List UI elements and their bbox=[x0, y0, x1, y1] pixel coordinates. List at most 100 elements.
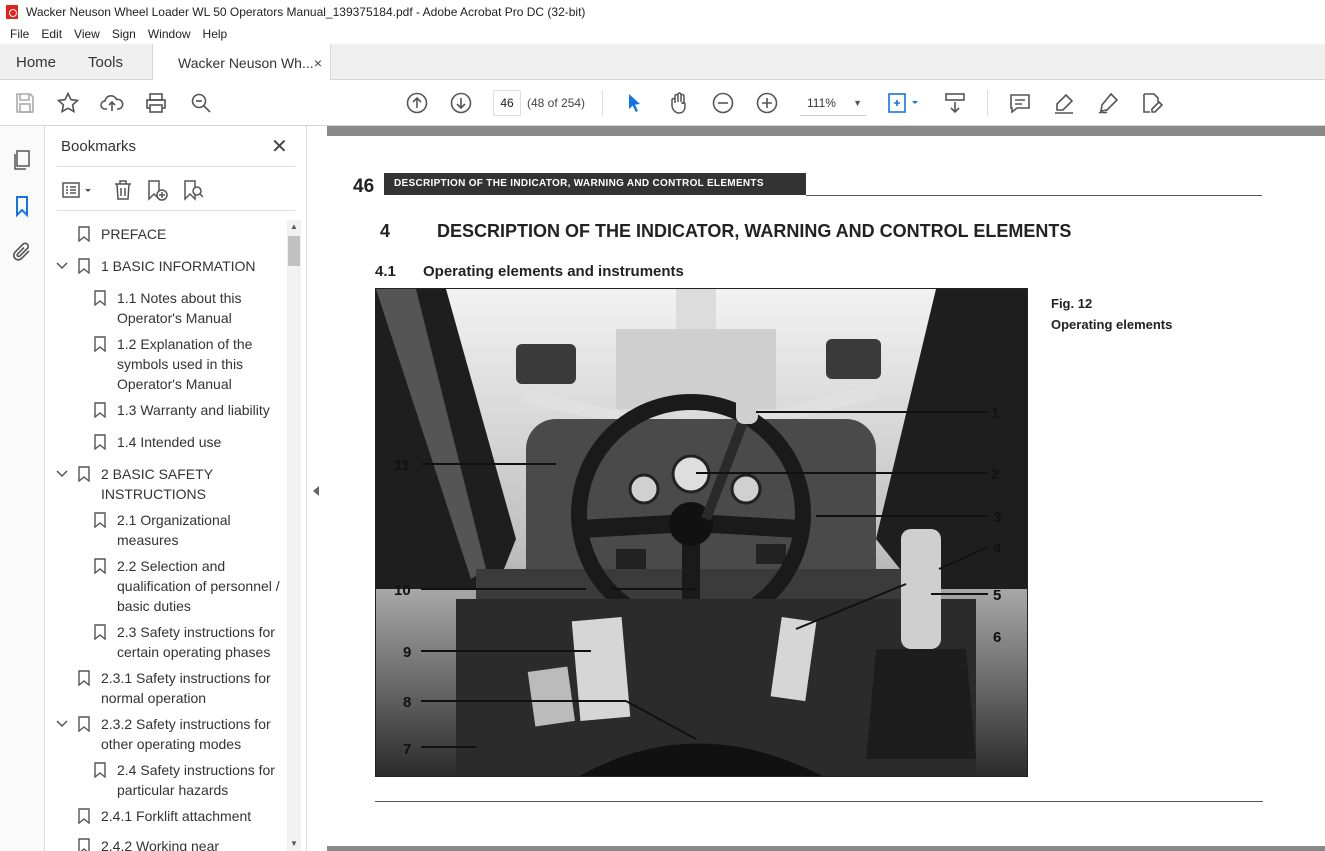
callout-11: 11 bbox=[394, 457, 410, 474]
callout-4: 4 bbox=[993, 540, 1002, 557]
bookmark-icon bbox=[78, 466, 90, 482]
bookmark-tree: PREFACE 1 BASIC INFORMATION 1.1 Notes ab… bbox=[45, 220, 287, 851]
section-title: Operating elements and instruments bbox=[423, 263, 684, 280]
chevron-down-icon[interactable] bbox=[55, 716, 69, 730]
scroll-mode-icon[interactable] bbox=[943, 91, 967, 115]
close-icon[interactable]: ✕ bbox=[271, 134, 288, 159]
figure-subtitle: Operating elements bbox=[1051, 317, 1173, 332]
chapter-number: 4 bbox=[380, 221, 391, 241]
bookmark-icon bbox=[78, 258, 90, 274]
menu-view[interactable]: View bbox=[68, 27, 106, 41]
highlight-icon[interactable] bbox=[1052, 91, 1076, 115]
running-header: DESCRIPTION OF THE INDICATOR, WARNING AN… bbox=[384, 173, 806, 195]
callout-5: 5 bbox=[993, 587, 1001, 604]
header-rule bbox=[806, 195, 1262, 196]
tab-document[interactable]: Wacker Neuson Wh... × bbox=[152, 44, 331, 81]
options-menu-icon[interactable] bbox=[61, 178, 95, 202]
delete-icon[interactable] bbox=[111, 178, 135, 202]
bookmark-icon bbox=[78, 670, 90, 686]
bookmark-icon bbox=[78, 716, 90, 732]
scroll-up-icon[interactable]: ▲ bbox=[287, 222, 301, 232]
attachment-icon[interactable] bbox=[10, 240, 34, 264]
menu-bar: File Edit View Sign Window Help bbox=[0, 24, 1325, 44]
chevron-down-icon[interactable] bbox=[55, 466, 69, 480]
page-count: (48 of 254) bbox=[527, 96, 586, 110]
print-icon[interactable] bbox=[144, 91, 168, 115]
callout-1: 1 bbox=[991, 405, 999, 422]
chapter-title: DESCRIPTION OF THE INDICATOR, WARNING AN… bbox=[437, 221, 1072, 241]
callout-8: 8 bbox=[403, 694, 411, 711]
figure-title: Fig. 12 bbox=[1051, 296, 1093, 311]
callout-2: 2 bbox=[991, 466, 999, 483]
operating-elements-figure: 1 2 3 4 5 6 7 8 9 10 11 bbox=[375, 288, 1028, 777]
bookmark-icon bbox=[78, 808, 90, 824]
next-page-icon[interactable] bbox=[449, 91, 473, 115]
find-bookmark-icon[interactable] bbox=[181, 178, 205, 202]
bookmark-icon bbox=[94, 336, 106, 352]
tab-home[interactable]: Home bbox=[16, 44, 56, 80]
zoom-in-icon[interactable] bbox=[755, 91, 779, 115]
callout-6: 6 bbox=[993, 629, 1001, 646]
bookmark-icon bbox=[94, 762, 106, 778]
zoom-level-select[interactable]: 111% ▼ bbox=[800, 90, 866, 116]
zoom-out-icon[interactable] bbox=[711, 91, 735, 115]
bookmark-icon bbox=[78, 226, 90, 242]
pdf-page: 4 6 DESCRIPTION OF THE INDICATOR, WARNING… bbox=[327, 136, 1325, 846]
page-number-input[interactable]: 46 bbox=[493, 90, 521, 116]
comment-icon[interactable] bbox=[1008, 91, 1032, 115]
menu-edit[interactable]: Edit bbox=[35, 27, 68, 41]
select-cursor-icon[interactable] bbox=[622, 91, 646, 115]
chevron-down-icon[interactable] bbox=[55, 258, 69, 272]
chevron-down-icon: ▼ bbox=[853, 98, 862, 108]
bookmark-icon bbox=[94, 402, 106, 418]
edit-icon[interactable] bbox=[1140, 91, 1164, 115]
hand-icon[interactable] bbox=[667, 91, 691, 115]
acrobat-window: { "window": { "title": "Wacker Neuson Wh… bbox=[0, 0, 1325, 851]
find-icon[interactable] bbox=[189, 91, 213, 115]
menu-window[interactable]: Window bbox=[142, 27, 197, 41]
tab-tools[interactable]: Tools bbox=[88, 44, 123, 80]
callout-3: 3 bbox=[993, 509, 1001, 526]
sign-icon[interactable] bbox=[1096, 91, 1120, 115]
toolbar-divider bbox=[602, 90, 603, 116]
tab-document-label: Wacker Neuson Wh... bbox=[178, 54, 314, 71]
upload-icon[interactable] bbox=[100, 91, 124, 115]
footer-rule bbox=[375, 801, 1263, 802]
scroll-thumb[interactable] bbox=[288, 236, 300, 266]
title-bar: Wacker Neuson Wheel Loader WL 50 Operato… bbox=[0, 0, 1325, 24]
fit-page-icon[interactable] bbox=[886, 91, 922, 115]
cab-photo-illustration: 1 2 3 4 5 6 7 8 9 10 11 bbox=[376, 289, 1027, 776]
callout-7: 7 bbox=[403, 741, 411, 758]
toolbar: 46 (48 of 254) 111% ▼ bbox=[0, 80, 1325, 126]
save-icon[interactable] bbox=[13, 91, 37, 115]
bookmarks-scrollbar[interactable]: ▲ ▼ bbox=[287, 220, 301, 851]
menu-sign[interactable]: Sign bbox=[106, 27, 142, 41]
tab-bar: Home Tools Wacker Neuson Wh... × bbox=[0, 44, 1325, 81]
prev-page-icon[interactable] bbox=[405, 91, 429, 115]
document-area[interactable]: 4 6 DESCRIPTION OF THE INDICATOR, WARNING… bbox=[327, 126, 1325, 851]
pages-icon[interactable] bbox=[10, 148, 34, 172]
panel-splitter[interactable] bbox=[307, 126, 327, 851]
bookmark-icon bbox=[94, 558, 106, 574]
callout-9: 9 bbox=[403, 644, 411, 661]
window-title: Wacker Neuson Wheel Loader WL 50 Operato… bbox=[26, 5, 586, 19]
panel-divider bbox=[57, 210, 295, 211]
new-bookmark-icon[interactable] bbox=[145, 178, 169, 202]
bookmark-icon bbox=[94, 512, 106, 528]
zoom-value: 111% bbox=[807, 96, 836, 110]
menu-file[interactable]: File bbox=[4, 27, 35, 41]
acrobat-logo-icon bbox=[6, 5, 18, 19]
bookmarks-panel: Bookmarks ✕ PREFACE 1 BASIC INFORMATION … bbox=[45, 126, 307, 851]
tab-close-icon[interactable]: × bbox=[314, 55, 322, 71]
collapse-panel-icon[interactable] bbox=[313, 486, 319, 496]
menu-help[interactable]: Help bbox=[197, 27, 234, 41]
bookmark-icon[interactable] bbox=[10, 194, 34, 218]
bookmark-icon bbox=[94, 434, 106, 450]
scroll-down-icon[interactable]: ▼ bbox=[287, 839, 301, 849]
star-icon[interactable] bbox=[56, 91, 80, 115]
navigation-rail bbox=[0, 126, 45, 851]
bookmark-icon bbox=[94, 624, 106, 640]
toolbar-divider bbox=[987, 90, 988, 116]
bookmark-icon bbox=[94, 290, 106, 306]
panel-divider bbox=[57, 166, 295, 167]
